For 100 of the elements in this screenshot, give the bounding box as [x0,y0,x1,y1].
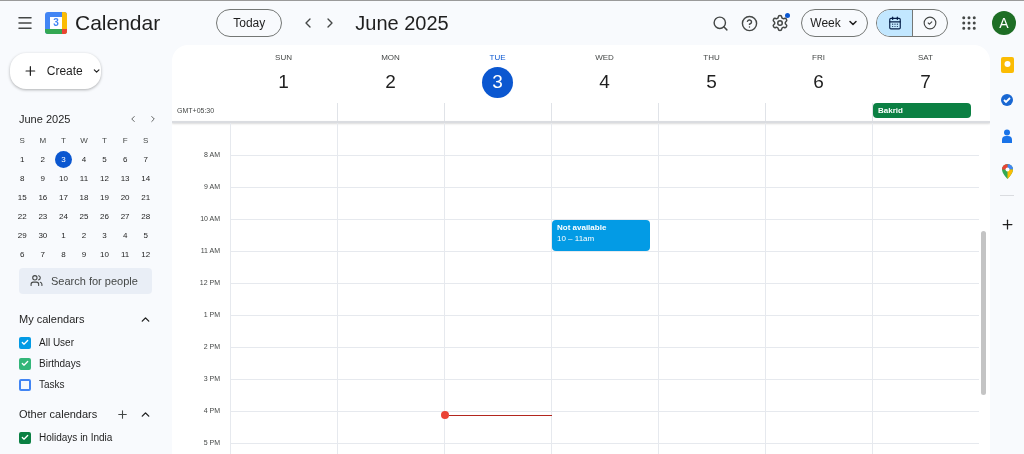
mini-calendar-day[interactable]: 4 [75,151,93,168]
event-title: Not available [557,222,608,233]
mini-calendar-day[interactable]: 2 [34,151,52,168]
mini-calendar-day[interactable]: 6 [13,246,31,263]
mini-calendar-day[interactable]: 12 [137,246,155,263]
mini-calendar-day[interactable]: 3 [96,227,114,244]
mini-calendar-day[interactable]: 22 [13,208,31,225]
calendar-checkbox[interactable] [19,336,31,349]
mini-calendar-day[interactable]: 19 [96,189,114,206]
day-number[interactable]: 1 [268,67,299,98]
mini-calendar-day[interactable]: 11 [75,170,93,187]
search-icon[interactable] [712,14,729,32]
calendar-name[interactable]: Holidays in India [39,430,113,445]
mini-calendar-day[interactable]: 16 [34,189,52,206]
month-title: June 2025 [355,11,449,36]
day-number[interactable]: 3 [482,67,513,98]
mini-calendar-day[interactable]: 28 [137,208,155,225]
scrollbar[interactable] [981,231,986,395]
person-icon[interactable] [1002,129,1012,143]
mini-calendar-day[interactable]: 4 [116,227,134,244]
mini-calendar-day[interactable]: 26 [96,208,114,225]
day-number[interactable]: 4 [589,67,620,98]
mini-calendar-day[interactable]: 10 [96,246,114,263]
mini-calendar-day[interactable]: 8 [13,170,31,187]
day-number[interactable]: 7 [910,67,941,98]
calendar-logo-icon: 3 [45,12,67,34]
all-day-event[interactable]: Bakrid [873,103,971,118]
mini-calendar-day[interactable]: 13 [116,170,134,187]
mini-calendar-day[interactable]: 17 [54,189,72,206]
section-title: Other calendars [19,406,99,422]
calendar-checkbox[interactable] [19,431,31,444]
mini-calendar-day[interactable]: 9 [75,246,93,263]
section-title: My calendars [19,311,86,327]
plus-icon [23,63,38,79]
weekday-label: M [38,134,48,147]
people-icon [30,274,43,287]
calendar-checkbox[interactable] [19,378,31,391]
mini-calendar-day[interactable]: 12 [96,170,114,187]
event-time: 10 – 11am [557,233,596,244]
calendar-name[interactable]: Tasks [39,377,65,392]
mini-calendar-day[interactable]: 15 [13,189,31,206]
weekday-label: F [121,134,129,147]
day-name: TUE [489,52,506,64]
day-name: SAT [918,52,933,64]
add-icon[interactable] [116,407,129,421]
calendar-view-button[interactable] [877,10,912,36]
app-title: Calendar [75,10,161,37]
mini-calendar-day[interactable]: 27 [116,208,134,225]
mini-calendar-day[interactable]: 5 [96,151,114,168]
mini-calendar-day[interactable]: 29 [13,227,31,244]
calendar-name[interactable]: All User [39,335,74,350]
weekday-label: S [142,134,150,147]
check-circle-icon [923,16,937,30]
mini-calendar-day[interactable]: 7 [34,246,52,263]
mini-calendar-day[interactable]: 11 [116,246,134,263]
tasks-icon[interactable] [1000,93,1014,107]
weekday-label: T [101,134,108,147]
mini-calendar-day[interactable]: 21 [137,189,155,206]
mini-calendar-day[interactable]: 3 [54,151,72,168]
mini-calendar-day[interactable]: 7 [137,151,155,168]
mini-calendar-day[interactable]: 10 [54,170,72,187]
caret-icon [91,66,101,76]
calendar-name[interactable]: Birthdays [39,356,81,371]
weekday-label: S [18,134,26,147]
mini-calendar-day[interactable]: 1 [54,227,72,244]
mini-calendar-day[interactable]: 5 [137,227,155,244]
create-button[interactable]: Create [10,53,101,89]
calendar-checkbox[interactable] [19,357,31,370]
day-name: WED [595,52,614,64]
mini-calendar-day[interactable]: 18 [75,189,93,206]
mini-calendar-day[interactable]: 2 [75,227,93,244]
settings-icon[interactable] [771,14,789,32]
mini-calendar-day[interactable]: 8 [54,246,72,263]
day-number[interactable]: 5 [696,67,727,98]
map-pin-icon[interactable] [1001,164,1013,179]
weekday-label: W [79,134,89,147]
account-avatar[interactable]: A [992,11,1016,35]
mini-calendar-title: June 2025 [19,111,72,127]
menu-icon[interactable] [16,14,34,32]
mini-calendar-day[interactable]: 14 [137,170,155,187]
day-name: FRI [812,52,825,64]
mini-calendar-day[interactable]: 30 [34,227,52,244]
calendar-icon [887,16,902,30]
mini-calendar-day[interactable]: 20 [116,189,134,206]
mini-calendar-day[interactable]: 1 [13,151,31,168]
day-name: SUN [275,52,292,64]
help-icon[interactable] [741,14,758,32]
apps-icon[interactable] [960,14,978,32]
mini-calendar-day[interactable]: 24 [54,208,72,225]
weekday-label: T [59,134,67,147]
mini-calendar-day[interactable]: 25 [75,208,93,225]
mini-calendar-day[interactable]: 23 [34,208,52,225]
mini-calendar-day[interactable]: 9 [34,170,52,187]
day-name: MON [381,52,400,64]
search-people-field[interactable]: Search for people [19,268,152,294]
day-name: THU [703,52,720,64]
day-number[interactable]: 2 [375,67,406,98]
add-icon[interactable] [999,217,1015,232]
mini-calendar-day[interactable]: 6 [116,151,134,168]
day-number[interactable]: 6 [803,67,834,98]
